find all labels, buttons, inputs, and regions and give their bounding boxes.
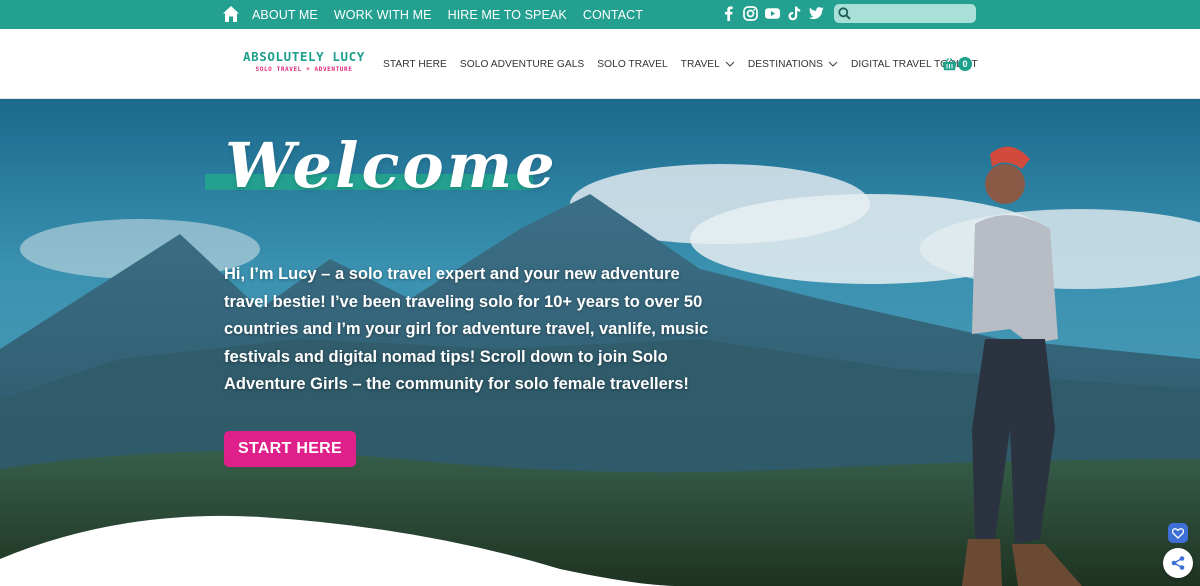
hero-section: Welcome Hi, I’m Lucy – a solo travel exp… bbox=[0, 99, 1200, 586]
chevron-down-icon bbox=[828, 61, 838, 67]
nav-travel[interactable]: TRAVEL bbox=[681, 59, 735, 70]
instagram-icon[interactable] bbox=[743, 5, 758, 21]
hero-heading: Welcome bbox=[225, 129, 558, 202]
share-icon bbox=[1171, 556, 1185, 570]
nav-label: SOLO TRAVEL bbox=[597, 58, 668, 70]
cart-button[interactable]: 0 bbox=[942, 57, 972, 73]
save-heart-button[interactable] bbox=[1168, 523, 1188, 543]
chevron-down-icon bbox=[725, 61, 735, 67]
nav-solo-adventure-gals[interactable]: SOLO ADVENTURE GALS bbox=[460, 59, 584, 70]
nav-solo-travel[interactable]: SOLO TRAVEL bbox=[597, 59, 667, 70]
home-icon[interactable] bbox=[222, 5, 240, 23]
social-links bbox=[721, 5, 824, 21]
youtube-icon[interactable] bbox=[765, 5, 780, 21]
nav-label: TRAVEL bbox=[680, 58, 720, 70]
search-icon[interactable] bbox=[838, 7, 851, 20]
share-button[interactable] bbox=[1163, 548, 1193, 578]
cart-count-badge: 0 bbox=[958, 57, 972, 71]
hero-intro-text: Hi, I’m Lucy – a solo travel expert and … bbox=[224, 265, 709, 394]
top-nav: ABOUT ME WORK WITH ME HIRE ME TO SPEAK C… bbox=[252, 0, 659, 29]
top-link-work-with-me[interactable]: WORK WITH ME bbox=[334, 8, 432, 22]
twitter-icon[interactable] bbox=[809, 5, 824, 21]
nav-label: SOLO ADVENTURE GALS bbox=[459, 58, 585, 70]
nav-label: START HERE bbox=[383, 58, 447, 70]
logo-name: ABSOLUTELY LUCY bbox=[243, 49, 365, 64]
basket-icon bbox=[942, 58, 957, 71]
top-utility-bar: ABOUT ME WORK WITH ME HIRE ME TO SPEAK C… bbox=[0, 0, 1200, 29]
main-nav: START HERE SOLO ADVENTURE GALS SOLO TRAV… bbox=[383, 29, 991, 99]
nav-destinations[interactable]: DESTINATIONS bbox=[748, 59, 838, 70]
tiktok-icon[interactable] bbox=[787, 5, 802, 21]
nav-start-here[interactable]: START HERE bbox=[383, 59, 447, 70]
search-input[interactable] bbox=[854, 6, 970, 21]
facebook-icon[interactable] bbox=[721, 5, 736, 21]
logo-tagline: SOLO TRAVEL + ADVENTURE bbox=[255, 66, 353, 73]
start-here-button[interactable]: START HERE bbox=[224, 431, 356, 467]
heart-icon bbox=[1172, 527, 1184, 539]
top-link-about[interactable]: ABOUT ME bbox=[252, 8, 318, 22]
search-box bbox=[834, 4, 976, 23]
site-logo[interactable]: ABSOLUTELY LUCY SOLO TRAVEL + ADVENTURE bbox=[242, 49, 366, 73]
top-link-hire-to-speak[interactable]: HIRE ME TO SPEAK bbox=[448, 8, 567, 22]
nav-label: DESTINATIONS bbox=[747, 58, 823, 70]
main-header: ABSOLUTELY LUCY SOLO TRAVEL + ADVENTURE … bbox=[0, 29, 1200, 99]
top-link-contact[interactable]: CONTACT bbox=[583, 8, 643, 22]
